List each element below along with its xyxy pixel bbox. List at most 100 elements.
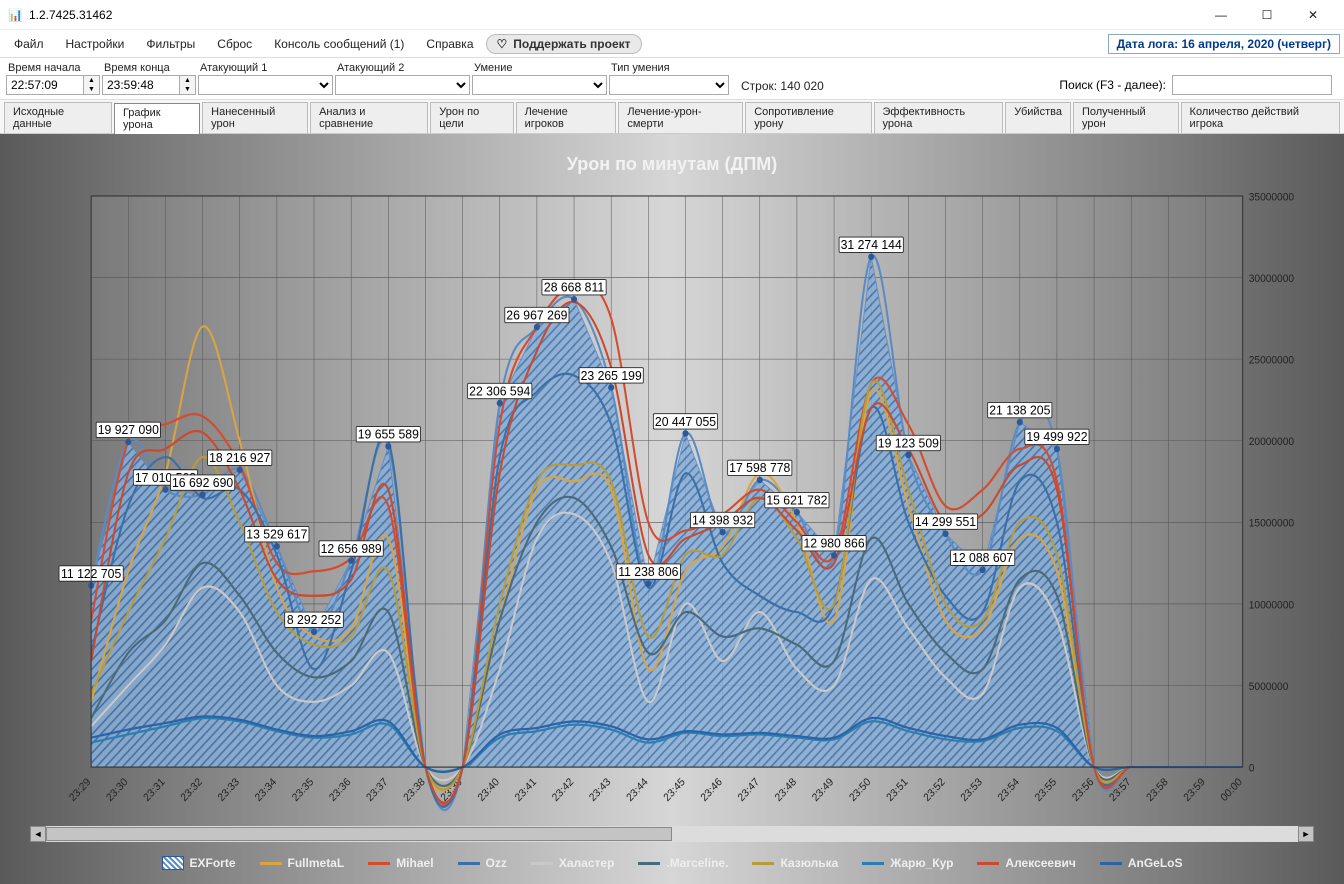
time-end-spin[interactable]: ▲▼	[180, 75, 196, 95]
attacker1-label: Атакующий 1	[198, 62, 333, 74]
scroll-left-icon[interactable]: ◄	[30, 826, 46, 842]
svg-text:12 980 866: 12 980 866	[803, 535, 864, 551]
svg-text:23:33: 23:33	[216, 776, 242, 804]
svg-text:10000000: 10000000	[1249, 599, 1294, 611]
tab-damage-chart[interactable]: График урона	[114, 103, 200, 134]
svg-text:23:54: 23:54	[996, 776, 1022, 804]
legend-alekseevich[interactable]: Алексеевич	[977, 856, 1075, 870]
svg-text:23:53: 23:53	[959, 776, 985, 804]
tab-actions[interactable]: Количество действий игрока	[1181, 102, 1340, 133]
chart-scrollbar[interactable]: ◄ ►	[30, 826, 1314, 842]
maximize-button[interactable]: ☐	[1244, 0, 1290, 30]
svg-text:21 138 205: 21 138 205	[989, 402, 1050, 418]
app-icon: 📊	[8, 8, 23, 22]
svg-text:23:52: 23:52	[921, 776, 947, 804]
svg-text:23:37: 23:37	[364, 776, 390, 804]
menu-reset[interactable]: Сброс	[207, 33, 262, 55]
svg-text:0: 0	[1249, 762, 1255, 774]
svg-text:23:51: 23:51	[884, 776, 910, 804]
svg-text:23:36: 23:36	[327, 776, 353, 804]
svg-text:19 655 589: 19 655 589	[358, 426, 419, 442]
legend-angelos[interactable]: AnGeLoS	[1100, 856, 1183, 870]
legend-fullmetal[interactable]: FullmetaL	[260, 856, 345, 870]
tab-damage-done[interactable]: Нанесенный урон	[202, 102, 308, 133]
attacker2-select[interactable]	[335, 75, 470, 95]
svg-text:16 692 690: 16 692 690	[172, 475, 233, 491]
svg-text:12 088 607: 12 088 607	[952, 550, 1013, 566]
svg-text:11 238 806: 11 238 806	[618, 564, 678, 580]
tab-raw[interactable]: Исходные данные	[4, 102, 112, 133]
legend-ozz[interactable]: Ozz	[458, 856, 507, 870]
heart-icon: ♡	[497, 37, 508, 51]
legend-mihael[interactable]: Mihael	[368, 856, 433, 870]
tab-healing[interactable]: Лечение игроков	[516, 102, 617, 133]
svg-text:23:34: 23:34	[253, 776, 279, 804]
chart-legend: EXForte FullmetaL Mihael Ozz Халастер .M…	[30, 850, 1314, 874]
svg-text:26 967 269: 26 967 269	[506, 307, 567, 323]
menu-file[interactable]: Файл	[4, 33, 54, 55]
skill-label: Умение	[472, 62, 607, 74]
tab-damage-taken[interactable]: Полученный урон	[1073, 102, 1179, 133]
time-end-input[interactable]	[102, 75, 180, 95]
svg-text:23:49: 23:49	[810, 776, 836, 804]
tab-damage-target[interactable]: Урон по цели	[430, 102, 513, 133]
tab-analysis[interactable]: Анализ и сравнение	[310, 102, 428, 133]
chart-plot[interactable]: 0500000010000000150000002000000025000000…	[30, 185, 1314, 822]
legend-zharu[interactable]: Жарю_Кур	[862, 856, 953, 870]
svg-text:12 656 989: 12 656 989	[321, 540, 382, 556]
svg-text:23:46: 23:46	[698, 776, 724, 804]
svg-text:23:45: 23:45	[661, 776, 687, 804]
svg-text:20 447 055: 20 447 055	[655, 413, 716, 429]
svg-text:14 299 551: 14 299 551	[915, 514, 976, 530]
svg-text:23:58: 23:58	[1144, 776, 1170, 804]
svg-text:35000000: 35000000	[1249, 191, 1294, 203]
svg-text:23:43: 23:43	[587, 776, 613, 804]
menu-console[interactable]: Консоль сообщений (1)	[264, 33, 414, 55]
svg-text:19 927 090: 19 927 090	[98, 422, 159, 438]
tab-kills[interactable]: Убийства	[1005, 102, 1071, 133]
rows-count: Строк: 140 020	[731, 79, 830, 95]
skill-type-select[interactable]	[609, 75, 729, 95]
svg-text:23:29: 23:29	[67, 776, 93, 804]
close-button[interactable]: ✕	[1290, 0, 1336, 30]
svg-text:15000000: 15000000	[1249, 517, 1294, 529]
support-button[interactable]: ♡ Поддержать проект	[486, 34, 642, 54]
legend-exforte[interactable]: EXForte	[162, 856, 236, 870]
time-start-label: Время начала	[6, 62, 100, 74]
svg-text:00:00: 00:00	[1219, 776, 1245, 804]
svg-text:25000000: 25000000	[1249, 354, 1294, 366]
svg-text:23:32: 23:32	[178, 776, 204, 804]
svg-text:14 398 932: 14 398 932	[692, 512, 753, 528]
svg-text:19 499 922: 19 499 922	[1026, 429, 1087, 445]
svg-text:23:40: 23:40	[476, 776, 502, 804]
minimize-button[interactable]: —	[1198, 0, 1244, 30]
svg-text:23:31: 23:31	[141, 776, 167, 804]
time-start-spin[interactable]: ▲▼	[84, 75, 100, 95]
svg-text:31 274 144: 31 274 144	[841, 237, 902, 253]
support-label: Поддержать проект	[513, 37, 630, 51]
svg-text:15 621 782: 15 621 782	[766, 492, 827, 508]
svg-text:23:59: 23:59	[1181, 776, 1207, 804]
scroll-right-icon[interactable]: ►	[1298, 826, 1314, 842]
legend-kazulka[interactable]: Казюлька	[752, 856, 838, 870]
search-label: Поиск (F3 - далее):	[1059, 78, 1166, 92]
legend-halaster[interactable]: Халастер	[531, 856, 615, 870]
svg-text:23:41: 23:41	[513, 776, 539, 804]
time-start-input[interactable]	[6, 75, 84, 95]
svg-text:23:44: 23:44	[624, 776, 650, 804]
svg-text:18 216 927: 18 216 927	[209, 450, 270, 466]
skill-type-label: Тип умения	[609, 62, 729, 74]
menu-settings[interactable]: Настройки	[56, 33, 135, 55]
tab-resist[interactable]: Сопротивление урону	[745, 102, 871, 133]
attacker1-select[interactable]	[198, 75, 333, 95]
legend-marceline[interactable]: .Marceline.	[638, 856, 728, 870]
skill-select[interactable]	[472, 75, 607, 95]
menu-filters[interactable]: Фильтры	[136, 33, 205, 55]
search-input[interactable]	[1172, 75, 1332, 95]
svg-text:23:30: 23:30	[104, 776, 130, 804]
svg-text:23:55: 23:55	[1033, 776, 1059, 804]
tab-effectiveness[interactable]: Эффективность урона	[874, 102, 1004, 133]
menu-help[interactable]: Справка	[416, 33, 483, 55]
svg-text:23:47: 23:47	[736, 776, 762, 804]
tab-heal-dmg-death[interactable]: Лечение-урон-смерти	[618, 102, 743, 133]
